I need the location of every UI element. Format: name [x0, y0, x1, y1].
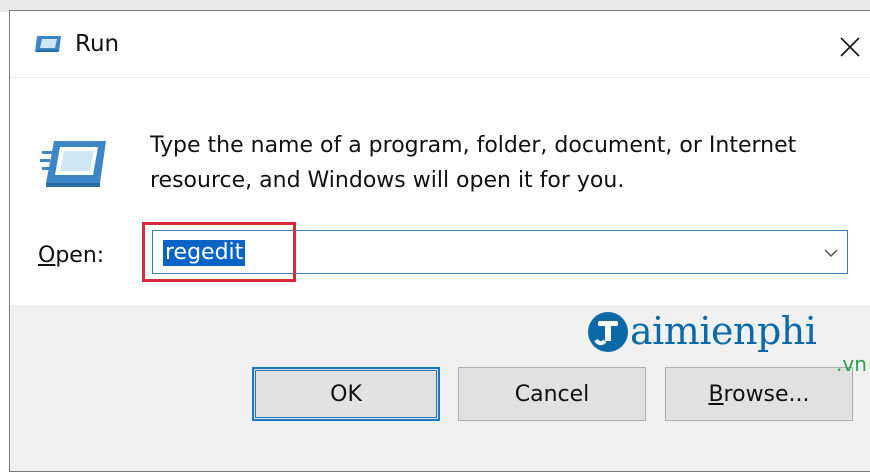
browse-button-label: rowse...	[723, 381, 810, 407]
run-dialog: Run Type the name of a program, folder, …	[9, 10, 870, 472]
watermark-logo-icon	[588, 312, 628, 352]
highlight-annotation	[142, 222, 296, 282]
open-label: Open:	[38, 243, 104, 268]
description-line-1: Type the name of a program, folder, docu…	[150, 133, 797, 158]
description-line-2: resource, and Windows will open it for y…	[150, 168, 625, 193]
ok-button-label: OK	[330, 381, 362, 407]
cancel-button-label: Cancel	[514, 381, 590, 407]
watermark-suffix: .vn	[836, 352, 867, 376]
open-label-mnemonic: O	[38, 243, 56, 268]
close-button[interactable]	[828, 27, 870, 67]
browse-button-mnemonic: B	[708, 381, 724, 407]
content-area: Type the name of a program, folder, docu…	[10, 78, 870, 305]
watermark-text: aimienphi	[630, 309, 817, 353]
ok-button[interactable]: OK	[252, 367, 440, 421]
open-label-text: pen:	[55, 243, 105, 268]
run-icon	[35, 36, 61, 52]
close-icon	[840, 37, 860, 57]
title-bar[interactable]: Run	[10, 11, 870, 78]
window-title: Run	[75, 31, 120, 57]
chevron-down-icon[interactable]	[823, 245, 839, 261]
description-text: Type the name of a program, folder, docu…	[150, 128, 850, 198]
watermark: aimienphi .vn	[582, 304, 870, 384]
run-icon	[40, 141, 106, 187]
